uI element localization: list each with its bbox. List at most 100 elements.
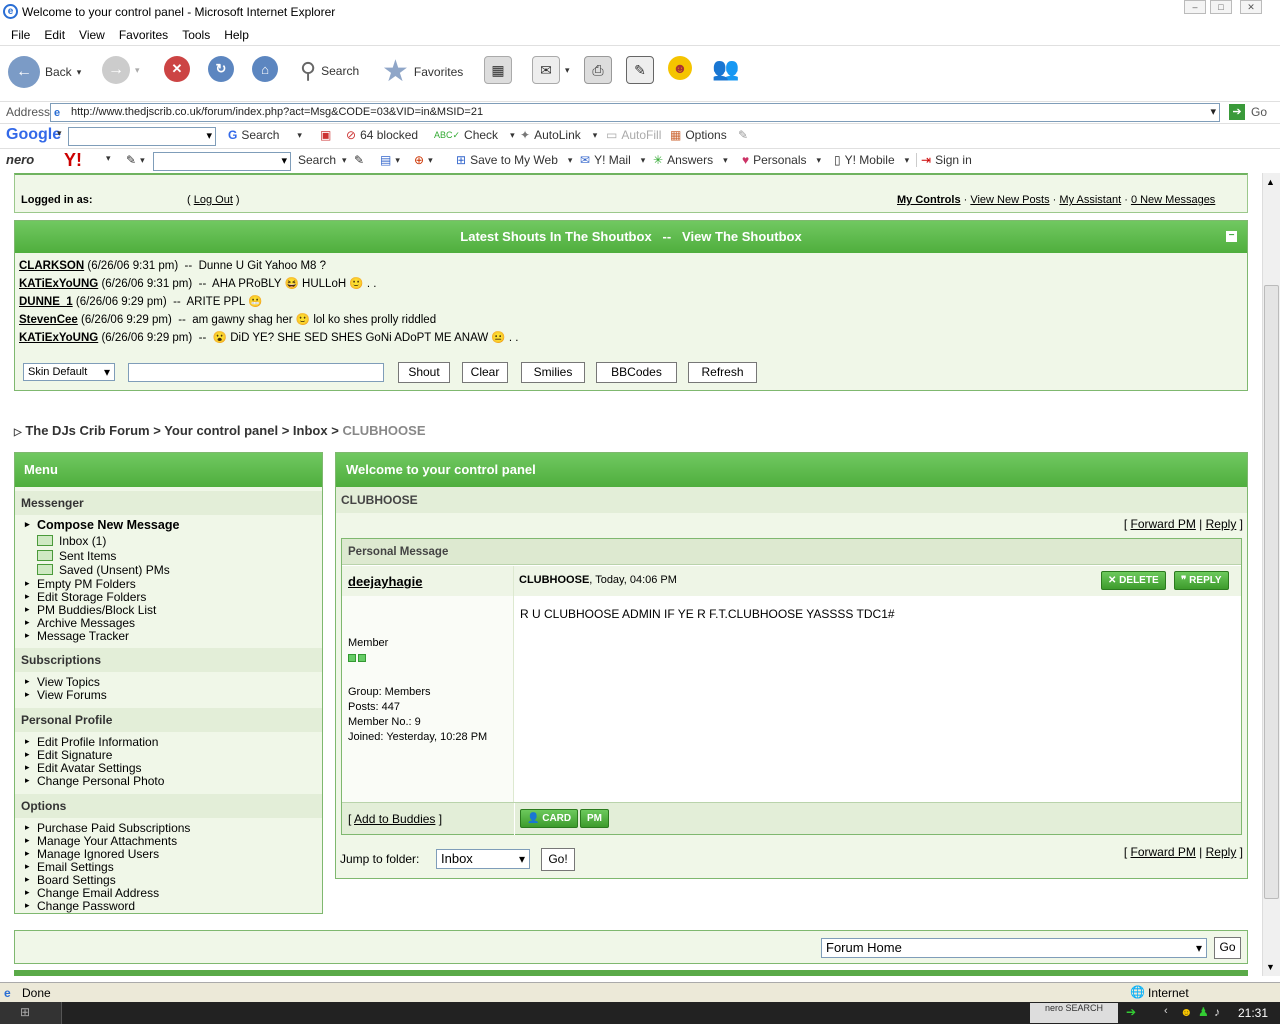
yahoo-search-input[interactable] [153, 152, 291, 171]
yahoo-personals-button[interactable]: ♥ Personals ▾ [742, 153, 821, 167]
scroll-thumb[interactable] [1264, 285, 1279, 899]
menu-link[interactable]: Edit Profile Information [15, 736, 322, 749]
skin-select[interactable]: Skin Default [23, 363, 115, 381]
highlight-pen-icon[interactable]: ✎ [738, 128, 748, 142]
address-input[interactable]: e http://www.thedjscrib.co.uk/forum/inde… [50, 103, 1220, 122]
folder-saved[interactable]: Saved (Unsent) PMs [37, 563, 322, 578]
tray-collapse-icon[interactable]: ‹ [1164, 1005, 1168, 1017]
forward-pm-link[interactable]: Forward PM [1131, 517, 1196, 531]
breadcrumb-forum[interactable]: The DJs Crib Forum [25, 423, 149, 438]
google-search-button[interactable]: G Search ▾ [228, 128, 302, 142]
my-controls-link[interactable]: My Controls [897, 194, 961, 206]
jump-folder-select[interactable]: Inbox [436, 849, 530, 869]
google-search-input[interactable] [68, 127, 216, 146]
pm-button[interactable]: PM [580, 809, 609, 828]
reply-link[interactable]: Reply [1206, 517, 1237, 531]
shoutbox-title[interactable]: Latest Shouts In The Shoutbox [460, 229, 651, 244]
favorites-button[interactable]: ★ Favorites [382, 54, 463, 89]
delete-button[interactable]: ✕ DELETE [1101, 571, 1166, 590]
view-shoutbox-link[interactable]: View The Shoutbox [682, 229, 802, 244]
menu-link[interactable]: Board Settings [15, 874, 322, 887]
menu-link[interactable]: Change Password [15, 900, 322, 913]
my-assistant-link[interactable]: My Assistant [1059, 194, 1121, 206]
back-button[interactable]: ← Back ▾ [8, 56, 81, 88]
messenger-smiley-button[interactable]: ☻ [668, 56, 692, 80]
tray-arrow-icon[interactable]: ➔ [1126, 1005, 1136, 1019]
new-messages-link[interactable]: 0 New Messages [1131, 194, 1215, 206]
forum-jump-select[interactable]: Forum Home [821, 938, 1207, 958]
clear-button[interactable]: Clear [462, 362, 508, 383]
yahoo-highlight-button[interactable]: ✎ [354, 153, 364, 167]
folder-sent[interactable]: Sent Items [37, 549, 322, 564]
menu-link[interactable]: Change Personal Photo [15, 775, 322, 788]
vertical-scrollbar[interactable]: ▲ ▼ [1262, 173, 1280, 976]
scroll-up-icon[interactable]: ▲ [1266, 177, 1275, 187]
mail-button[interactable]: ✉ ▾ [532, 56, 570, 84]
scroll-down-icon[interactable]: ▼ [1266, 962, 1275, 972]
menu-link[interactable]: Empty PM Folders [15, 578, 322, 591]
logout-link[interactable]: Log Out [194, 194, 233, 206]
tray-user-icon[interactable]: ♟ [1198, 1005, 1209, 1019]
yahoo-target-button[interactable]: ⊕ ▾ [414, 153, 433, 167]
forum-jump-go[interactable]: Go [1214, 937, 1241, 959]
shout-user[interactable]: StevenCee [19, 314, 78, 326]
menu-link[interactable]: Email Settings [15, 861, 322, 874]
bbcodes-button[interactable]: BBCodes [596, 362, 677, 383]
stop-button[interactable]: ✕ [164, 56, 190, 82]
maximize-button[interactable]: □ [1210, 0, 1232, 14]
smilies-button[interactable]: Smilies [521, 362, 585, 383]
yahoo-logo[interactable]: Y! [64, 150, 82, 171]
nero-logo[interactable]: nero [6, 152, 34, 167]
tray-messenger-icon[interactable]: ☻ [1180, 1005, 1193, 1019]
go-button[interactable]: Go [1251, 105, 1267, 119]
address-dropdown-icon[interactable]: ▾ [1210, 104, 1216, 121]
menu-link[interactable]: Archive Messages [15, 617, 322, 630]
refresh-button[interactable]: ↻ [208, 56, 234, 82]
yahoo-search-button[interactable]: Search ▾ [298, 153, 347, 167]
menu-link[interactable]: Edit Signature [15, 749, 322, 762]
save-to-my-web-button[interactable]: ⊞ Save to My Web ▾ [456, 153, 572, 167]
yahoo-mail-button[interactable]: ✉ Y! Mail ▾ [580, 153, 645, 167]
menu-view[interactable]: View [72, 28, 112, 42]
close-window-button[interactable]: ✕ [1240, 0, 1262, 14]
card-button[interactable]: 👤 CARD [520, 809, 579, 828]
shout-user[interactable]: CLARKSON [19, 260, 84, 272]
menu-link[interactable]: Edit Storage Folders [15, 591, 322, 604]
history-button[interactable]: ▦ [484, 56, 512, 84]
menu-favorites[interactable]: Favorites [112, 28, 175, 42]
shout-user[interactable]: KATiExYoUNG [19, 278, 98, 290]
yahoo-answers-button[interactable]: ✳ Answers ▾ [653, 153, 728, 167]
add-buddies-link[interactable]: Add to Buddies [354, 812, 435, 826]
search-button[interactable]: ⚲ Search [300, 58, 359, 84]
refresh-shout-button[interactable]: Refresh [688, 362, 757, 383]
google-news-button[interactable]: ▣ [320, 128, 331, 142]
yahoo-layout-button[interactable]: ▤ ▾ [380, 153, 400, 167]
yahoo-pencil-button[interactable]: ✎ ▾ [126, 153, 145, 167]
author-link[interactable]: deejayhagie [348, 574, 422, 589]
popup-blocker-button[interactable]: ⊘ 64 blocked [346, 128, 418, 142]
forward-pm-link[interactable]: Forward PM [1131, 845, 1196, 859]
menu-link[interactable]: Manage Ignored Users [15, 848, 322, 861]
forward-button[interactable]: → ▾ [102, 56, 140, 84]
menu-link[interactable]: Purchase Paid Subscriptions [15, 822, 322, 835]
messenger-button[interactable]: 👥 [712, 56, 739, 82]
shout-button[interactable]: Shout [398, 362, 450, 383]
collapse-icon[interactable]: − [1226, 231, 1237, 242]
google-options-button[interactable]: ▦ Options [670, 128, 727, 142]
breadcrumb-inbox[interactable]: Inbox [293, 423, 328, 438]
start-button[interactable]: ⊞ [0, 1002, 62, 1024]
print-button[interactable]: ⎙ [584, 56, 612, 84]
autofill-button[interactable]: ▭ AutoFill [606, 128, 661, 142]
home-button[interactable]: ⌂ [252, 56, 278, 82]
autolink-button[interactable]: ✦ AutoLink ▾ [520, 128, 597, 142]
yahoo-mobile-button[interactable]: ▯ Y! Mobile ▾ [834, 153, 909, 167]
reply-button[interactable]: ❞ REPLY [1174, 571, 1229, 590]
menu-link[interactable]: Change Email Address [15, 887, 322, 900]
menu-tools[interactable]: Tools [175, 28, 217, 42]
view-new-posts-link[interactable]: View New Posts [970, 194, 1049, 206]
shout-user[interactable]: DUNNE_1 [19, 296, 73, 308]
spell-check-button[interactable]: ABC✓ Check ▾ [434, 128, 515, 142]
shout-user[interactable]: KATiExYoUNG [19, 332, 98, 344]
minimize-button[interactable]: – [1184, 0, 1206, 14]
go-arrow-icon[interactable]: ➔ [1229, 104, 1245, 120]
